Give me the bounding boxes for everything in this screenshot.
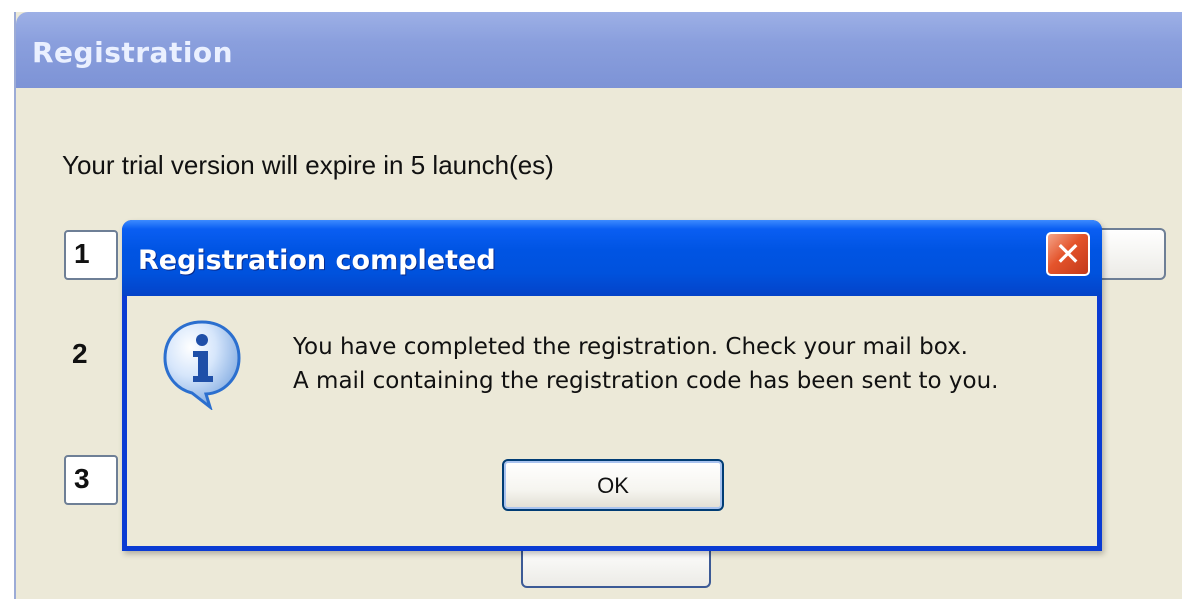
ok-button[interactable]: OK — [502, 459, 724, 511]
close-icon: ✕ — [1054, 235, 1082, 273]
close-button[interactable]: ✕ — [1046, 232, 1090, 276]
step-1-box: 1 — [64, 230, 118, 280]
info-icon — [163, 320, 241, 410]
dialog-title: Registration completed — [138, 245, 496, 276]
ok-button-label: OK — [597, 473, 629, 498]
step-3-number: 3 — [74, 463, 90, 494]
dialog-message-line-2: A mail containing the registration code … — [293, 368, 999, 394]
registration-window-title: Registration — [32, 36, 234, 69]
dialog-body: You have completed the registration. Che… — [127, 296, 1097, 546]
registration-titlebar[interactable]: Registration — [16, 12, 1182, 88]
dialog-titlebar[interactable]: Registration completed ✕ — [122, 220, 1102, 296]
registration-field[interactable] — [1096, 228, 1166, 280]
step-2-number: 2 — [72, 338, 88, 369]
trial-expiry-text: Your trial version will expire in 5 laun… — [62, 150, 554, 180]
step-3-box: 3 — [64, 455, 118, 505]
step-1-number: 1 — [74, 238, 90, 269]
registration-completed-dialog: Registration completed ✕ You have comple… — [122, 220, 1102, 551]
dialog-message-line-1: You have completed the registration. Che… — [293, 334, 968, 360]
